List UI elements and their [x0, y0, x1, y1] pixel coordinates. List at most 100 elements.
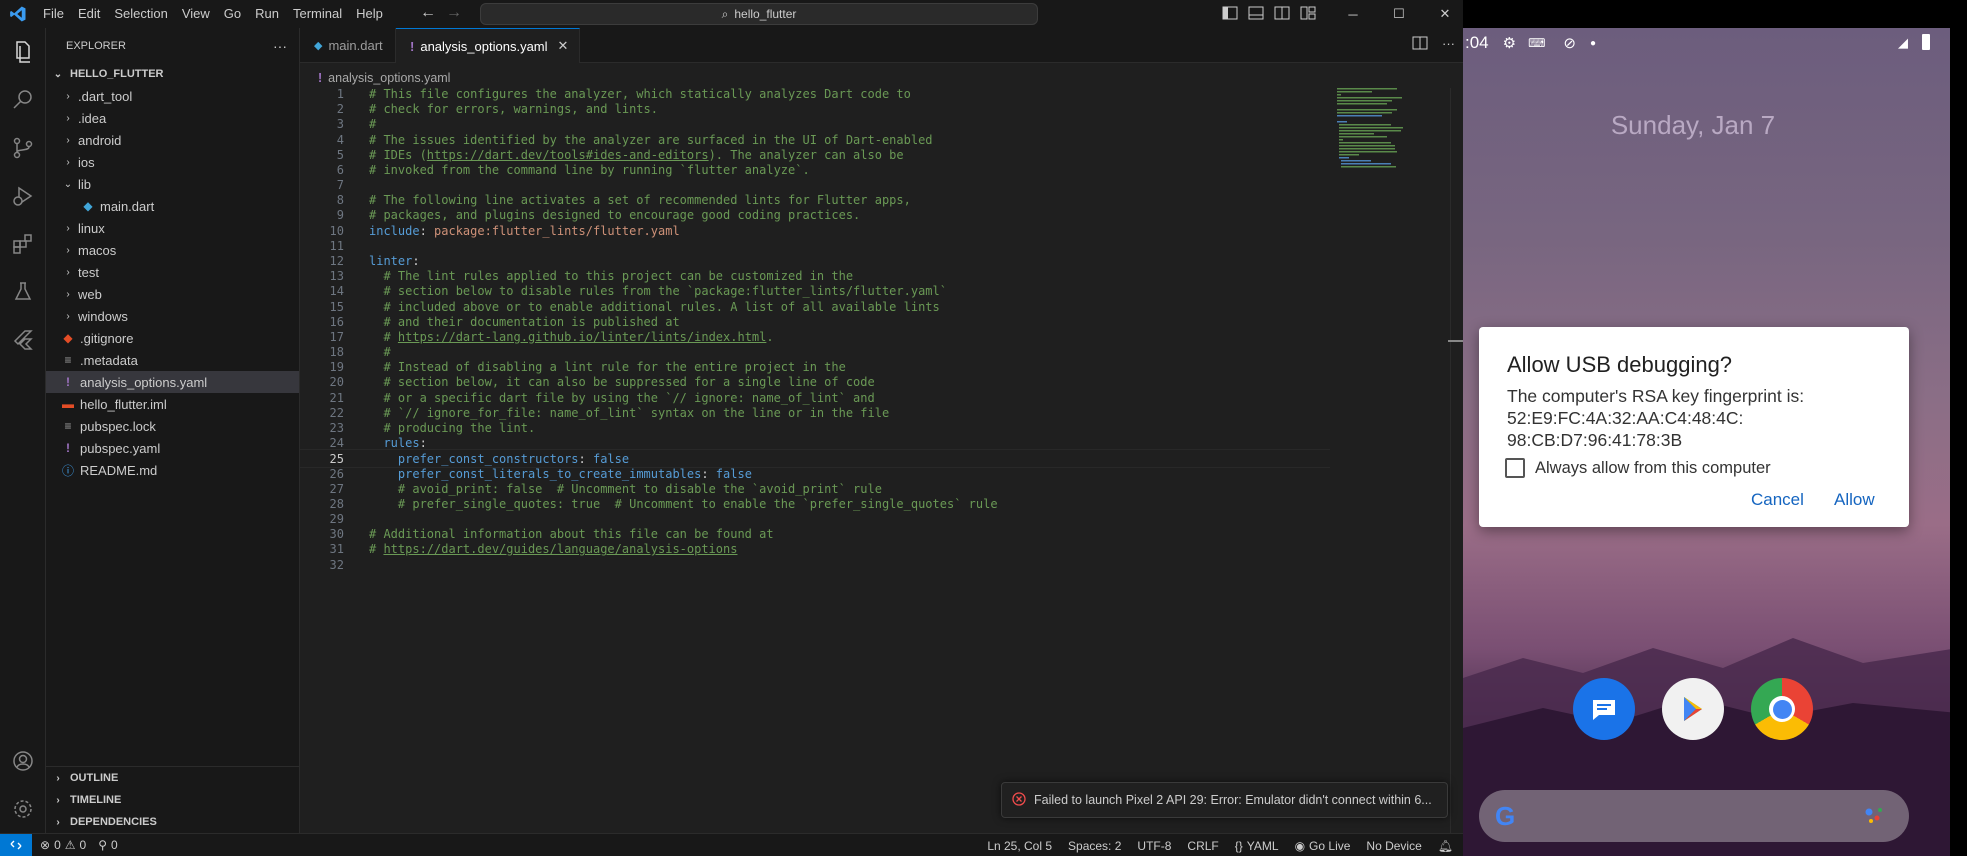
file-tree-item[interactable]: › linux	[46, 217, 299, 239]
code-token: # This file configures the analyzer, whi…	[369, 87, 911, 101]
menu-terminal[interactable]: Terminal	[286, 0, 349, 28]
tab-main-dart[interactable]: ◆ main.dart	[300, 28, 396, 63]
toggle-sidebar-icon[interactable]	[1222, 6, 1238, 23]
android-emulator-screen[interactable]: :04 ⚙ ⌨ ⊘ ● ◢ Sunday, Jan 7 Allow USB de…	[1463, 28, 1958, 856]
cursor-position[interactable]: Ln 25, Col 5	[987, 839, 1052, 853]
account-icon[interactable]	[0, 737, 46, 785]
remote-indicator-icon[interactable]	[0, 833, 32, 856]
file-tree-item[interactable]: › ios	[46, 151, 299, 173]
run-debug-icon[interactable]	[0, 172, 46, 220]
code-editor[interactable]: 1 # This file configures the analyzer, wh…	[300, 87, 1463, 833]
maximize-icon[interactable]: ☐	[1376, 0, 1422, 28]
messages-app-icon[interactable]	[1573, 678, 1635, 740]
dependencies-section[interactable]: › DEPENDENCIES	[46, 811, 300, 833]
extensions-icon[interactable]	[0, 220, 46, 268]
search-icon[interactable]	[0, 76, 46, 124]
code-token: # The issues identified by the analyzer …	[369, 132, 933, 147]
chrome-icon[interactable]	[1751, 678, 1813, 740]
google-search-bar[interactable]: G	[1479, 790, 1909, 842]
indentation[interactable]: Spaces: 2	[1068, 839, 1121, 853]
file-tree-item[interactable]: › web	[46, 283, 299, 305]
file-tree-item[interactable]: › .dart_tool	[46, 85, 299, 107]
explorer-icon[interactable]	[0, 28, 46, 76]
code-token: :	[419, 223, 435, 238]
go-live-button[interactable]: ◉ Go Live	[1295, 839, 1351, 853]
tab-analysis-options[interactable]: ! analysis_options.yaml ✕	[396, 28, 580, 63]
flutter-device[interactable]: No Device	[1366, 839, 1421, 853]
error-notification[interactable]: Failed to launch Pixel 2 API 29: Error: …	[1001, 782, 1448, 818]
file-tree-item[interactable]: › macos	[46, 239, 299, 261]
editor-scrollbar[interactable]	[1450, 88, 1463, 833]
menu-go[interactable]: Go	[217, 0, 248, 28]
ports-indicator[interactable]: ⚲ 0	[98, 838, 117, 852]
code-link[interactable]: https://dart.dev/tools#ides-and-editors	[427, 148, 709, 162]
menu-run[interactable]: Run	[248, 0, 286, 28]
more-actions-icon[interactable]: ···	[1442, 36, 1455, 53]
file-tree-item[interactable]: ! pubspec.yaml	[46, 437, 299, 459]
settings-gear-icon[interactable]	[0, 785, 46, 833]
allow-button[interactable]: Allow	[1834, 490, 1875, 510]
problems-indicator[interactable]: ⊗ 0 ⚠ 0	[40, 838, 86, 852]
more-actions-icon[interactable]: ···	[273, 38, 287, 54]
forward-arrow-icon[interactable]: →	[446, 4, 462, 22]
code-token: # IDEs (	[369, 147, 427, 162]
encoding[interactable]: UTF-8	[1137, 839, 1171, 853]
ports-icon: ⚲	[98, 838, 107, 852]
close-window-icon[interactable]: ✕	[1422, 0, 1463, 28]
file-tree-label: .dart_tool	[78, 88, 133, 104]
source-control-icon[interactable]	[0, 124, 46, 172]
file-tree-item[interactable]: › android	[46, 129, 299, 151]
chevron-right-icon: ›	[66, 112, 70, 124]
close-tab-icon[interactable]: ✕	[558, 38, 569, 54]
code-token: # `// ignore_for_file: name_of_lint` syn…	[383, 405, 890, 420]
file-tree-label: test	[78, 264, 99, 280]
file-tree-item[interactable]: › .idea	[46, 107, 299, 129]
minimize-icon[interactable]: ─	[1330, 0, 1376, 28]
language-mode[interactable]: {} YAML	[1235, 839, 1279, 853]
menu-selection[interactable]: Selection	[107, 0, 174, 28]
menu-edit[interactable]: Edit	[71, 0, 107, 28]
file-tree-item[interactable]: ⌄ lib	[46, 173, 299, 195]
flutter-icon[interactable]	[0, 316, 46, 364]
file-tree-item[interactable]: ≡ .metadata	[46, 349, 299, 371]
menu-file[interactable]: File	[36, 0, 71, 28]
minimap[interactable]	[1335, 88, 1425, 168]
emulator-right-edge	[1950, 28, 1967, 856]
always-allow-checkbox[interactable]: Always allow from this computer	[1505, 458, 1771, 478]
cancel-button[interactable]: Cancel	[1751, 490, 1804, 510]
code-link[interactable]: https://dart.dev/guides/language/analysi…	[383, 542, 737, 556]
file-tree-item[interactable]: › windows	[46, 305, 299, 327]
breadcrumb-file[interactable]: analysis_options.yaml	[328, 71, 450, 85]
menu-help[interactable]: Help	[349, 0, 390, 28]
outline-section[interactable]: › OUTLINE	[46, 767, 300, 789]
checkbox-icon[interactable]	[1505, 458, 1525, 478]
file-tree-item[interactable]: ◆ main.dart	[46, 195, 299, 217]
file-tree-item[interactable]: ! analysis_options.yaml	[46, 371, 299, 393]
file-tree-item[interactable]: ≡ pubspec.lock	[46, 415, 299, 437]
code-token: # Additional information about this file…	[369, 527, 774, 542]
split-editor-icon[interactable]	[1412, 36, 1428, 53]
file-tree-item[interactable]: ◆ .gitignore	[46, 327, 299, 349]
file-tree-label: linux	[78, 220, 105, 236]
file-tree-item[interactable]: › test	[46, 261, 299, 283]
command-center-search[interactable]: ⌕ hello_flutter	[480, 3, 1038, 25]
file-tree-item[interactable]: ⓘ README.md	[46, 459, 299, 481]
notifications-bell-icon[interactable]: 🔔︎	[1438, 839, 1453, 853]
menu-view[interactable]: View	[175, 0, 217, 28]
dart-file-icon: ◆	[83, 199, 93, 213]
toggle-secondary-sidebar-icon[interactable]	[1274, 6, 1290, 23]
timeline-section[interactable]: › TIMELINE	[46, 789, 300, 811]
workspace-root[interactable]: ⌄ HELLO_FLUTTER	[46, 63, 299, 85]
customize-layout-icon[interactable]	[1300, 6, 1316, 23]
google-assistant-icon[interactable]	[1863, 804, 1885, 829]
toggle-panel-icon[interactable]	[1248, 6, 1264, 23]
back-arrow-icon[interactable]: ←	[420, 4, 436, 22]
code-link[interactable]: https://dart-lang.github.io/linter/lints…	[398, 330, 766, 344]
file-tree-label: ios	[78, 154, 95, 170]
play-store-icon[interactable]	[1662, 678, 1724, 740]
file-tree-label: .gitignore	[80, 330, 134, 346]
testing-icon[interactable]	[0, 268, 46, 316]
end-of-line[interactable]: CRLF	[1187, 839, 1218, 853]
file-tree-item[interactable]: ▬ hello_flutter.iml	[46, 393, 299, 415]
